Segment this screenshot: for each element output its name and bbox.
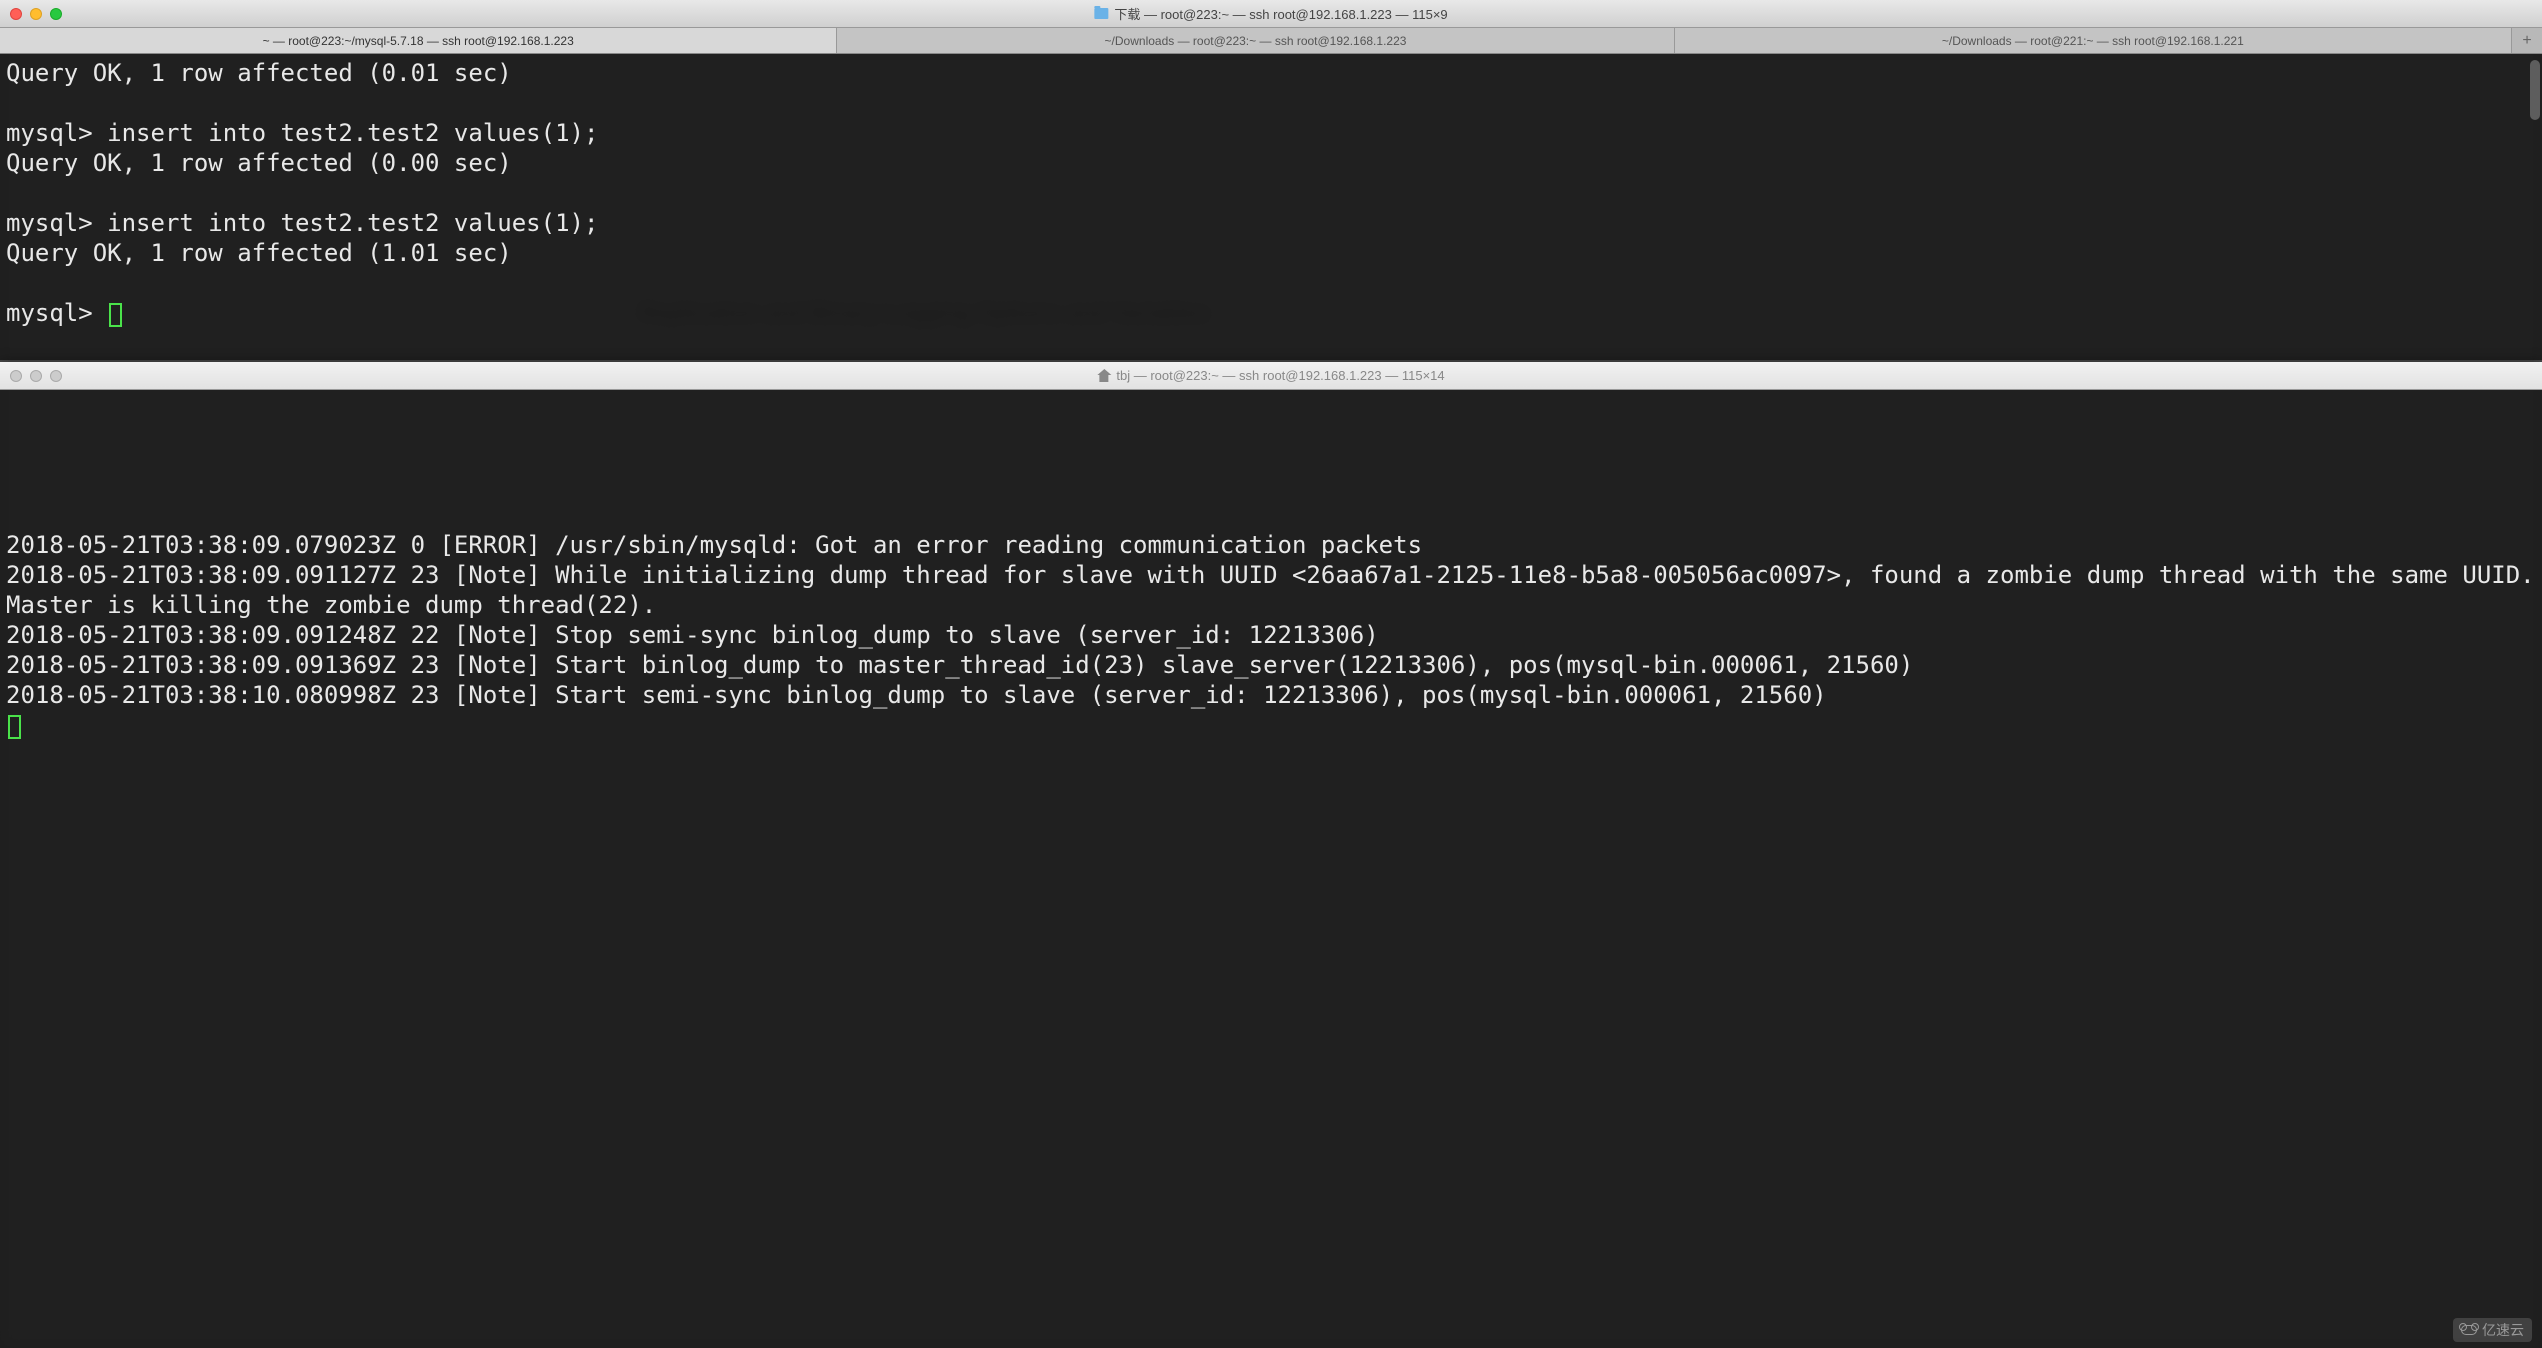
window-controls-inactive [10, 370, 62, 382]
watermark: 亿速云 [2453, 1318, 2532, 1342]
window-controls [10, 8, 62, 20]
terminal-window-bottom: tbj — root@223:~ — ssh root@192.168.1.22… [0, 362, 2542, 1348]
scrollbar-thumb[interactable] [2530, 60, 2540, 120]
folder-icon [1094, 8, 1108, 19]
titlebar-bottom[interactable]: tbj — root@223:~ — ssh root@192.168.1.22… [0, 362, 2542, 390]
minimize-button-inactive[interactable] [30, 370, 42, 382]
tab-2[interactable]: ~/Downloads — root@221:~ — ssh root@192.… [1675, 28, 2512, 53]
terminal-output-bottom[interactable]: 2018-05-21T03:38:09.079023Z 0 [ERROR] /u… [0, 390, 2542, 744]
terminal-line: mysql> [6, 299, 107, 327]
terminal-line: 2018-05-21T03:38:09.079023Z 0 [ERROR] /u… [6, 531, 1422, 559]
tab-bar: ~ — root@223:~/mysql-5.7.18 — ssh root@1… [0, 28, 2542, 54]
window-title-top: 下载 — root@223:~ — ssh root@192.168.1.223… [1114, 4, 1447, 23]
terminal-line: Query OK, 1 row affected (0.00 sec) [6, 149, 512, 177]
minimize-button[interactable] [30, 8, 42, 20]
titlebar-top[interactable]: 下载 — root@223:~ — ssh root@192.168.1.223… [0, 0, 2542, 28]
cursor [8, 715, 21, 739]
add-tab-button[interactable]: + [2512, 28, 2542, 53]
close-button[interactable] [10, 8, 22, 20]
terminal-line: 2018-05-21T03:38:09.091248Z 22 [Note] St… [6, 621, 1379, 649]
home-icon [1097, 369, 1110, 382]
terminal-line: mysql> insert into test2.test2 values(1)… [6, 209, 598, 237]
zoom-button[interactable] [50, 8, 62, 20]
terminal-line: 2018-05-21T03:38:09.091127Z 23 [Note] Wh… [6, 561, 2542, 619]
window-title-bottom: tbj — root@223:~ — ssh root@192.168.1.22… [1116, 368, 1444, 383]
terminal-line: Query OK, 1 row affected (1.01 sec) [6, 239, 512, 267]
terminal-line: 2018-05-21T03:38:10.080998Z 23 [Note] St… [6, 681, 1827, 709]
tab-0[interactable]: ~ — root@223:~/mysql-5.7.18 — ssh root@1… [0, 28, 837, 53]
terminal-line: mysql> insert into test2.test2 values(1)… [6, 119, 598, 147]
zoom-button-inactive[interactable] [50, 370, 62, 382]
terminal-output-top[interactable]: Query OK, 1 row affected (0.01 sec) mysq… [0, 54, 2542, 332]
cloud-icon [2461, 1325, 2477, 1335]
terminal-line: Query OK, 1 row affected (0.01 sec) [6, 59, 512, 87]
terminal-window-top: 下载 — root@223:~ — ssh root@192.168.1.223… [0, 0, 2542, 360]
cursor [109, 303, 122, 327]
tab-1[interactable]: ~/Downloads — root@223:~ — ssh root@192.… [837, 28, 1674, 53]
watermark-text: 亿速云 [2482, 1320, 2524, 1340]
close-button-inactive[interactable] [10, 370, 22, 382]
terminal-line: 2018-05-21T03:38:09.091369Z 23 [Note] St… [6, 651, 1913, 679]
